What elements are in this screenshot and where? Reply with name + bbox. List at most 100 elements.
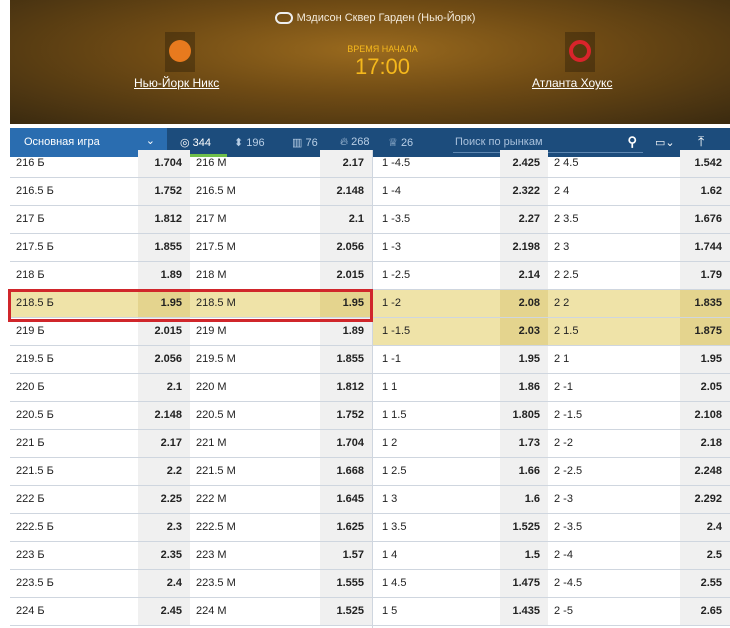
total-over-label: 222 Б <box>16 493 45 505</box>
table-row: 217 Б 1.812 217 М 2.1 1 -3.5 2.27 2 3.5 1.676 <box>10 206 730 234</box>
total-over-odds[interactable]: 1.704 <box>138 150 190 177</box>
total-over-odds[interactable]: 1.812 <box>138 206 190 233</box>
total-under-odds[interactable]: 1.525 <box>320 598 372 625</box>
total-under-odds[interactable]: 2.056 <box>320 234 372 261</box>
filter-stats[interactable]: ▥ 76 <box>292 136 318 149</box>
total-under-odds[interactable]: 1.555 <box>320 570 372 597</box>
handicap1-odds[interactable]: 1.525 <box>500 514 548 541</box>
handicap1-label: 1 -1 <box>382 353 401 365</box>
handicap1-odds[interactable]: 1.5 <box>500 542 548 569</box>
handicap2-odds[interactable]: 2.55 <box>680 570 730 597</box>
total-under-odds[interactable]: 1.812 <box>320 374 372 401</box>
handicap2-odds[interactable]: 1.875 <box>680 318 730 345</box>
venue-name: Мэдисон Сквер Гарден (Нью-Йорк) <box>296 12 476 24</box>
total-over-odds[interactable]: 2.35 <box>138 542 190 569</box>
total-under-odds[interactable]: 1.645 <box>320 486 372 513</box>
handicap2-odds[interactable]: 1.95 <box>680 346 730 373</box>
handicap1-label: 1 -2 <box>372 290 500 317</box>
handicap2-odds[interactable]: 1.62 <box>680 178 730 205</box>
handicap2-odds[interactable]: 1.676 <box>680 206 730 233</box>
total-under-odds[interactable]: 1.855 <box>320 346 372 373</box>
handicap2-odds[interactable]: 1.542 <box>680 150 730 177</box>
table-row: 221 Б 2.17 221 М 1.704 1 2 1.73 2 -2 2.18 <box>10 430 730 458</box>
handicap1-odds[interactable]: 2.425 <box>500 150 548 177</box>
total-over-odds[interactable]: 2.25 <box>138 486 190 513</box>
filter-trophy[interactable]: ♕ 26 <box>388 136 413 149</box>
total-under-label: 223 М <box>196 549 227 561</box>
handicap1-odds[interactable]: 1.66 <box>500 458 548 485</box>
total-under-odds[interactable]: 2.1 <box>320 206 372 233</box>
total-over-odds[interactable]: 2.1 <box>138 374 190 401</box>
total-under-odds[interactable]: 1.625 <box>320 514 372 541</box>
handicap1-odds[interactable]: 1.6 <box>500 486 548 513</box>
handicap1-label: 1 5 <box>382 605 398 617</box>
handicap1-odds[interactable]: 1.86 <box>500 374 548 401</box>
total-over-odds[interactable]: 1.752 <box>138 178 190 205</box>
total-under-label: 217.5 М <box>196 241 236 253</box>
total-over-odds[interactable]: 1.855 <box>138 234 190 261</box>
table-row: 220 Б 2.1 220 М 1.812 1 1 1.86 2 -1 2.05 <box>10 374 730 402</box>
handicap2-odds[interactable]: 2.18 <box>680 430 730 457</box>
handicap1-label: 1 1 <box>382 381 398 393</box>
handicap2-odds[interactable]: 2.292 <box>680 486 730 513</box>
total-over-odds[interactable]: 2.3 <box>138 514 190 541</box>
total-under-label: 216.5 М <box>196 185 236 197</box>
total-over-odds[interactable]: 1.89 <box>138 262 190 289</box>
handicap1-odds[interactable]: 2.14 <box>500 262 548 289</box>
total-over-odds[interactable]: 2.056 <box>138 346 190 373</box>
handicap1-label: 1 -4 <box>382 185 401 197</box>
handicap2-odds[interactable]: 2.108 <box>680 402 730 429</box>
handicap2-odds[interactable]: 2.65 <box>680 598 730 625</box>
total-under-odds[interactable]: 2.17 <box>320 150 372 177</box>
total-under-odds[interactable]: 1.752 <box>320 402 372 429</box>
handicap2-label: 2 4 <box>554 185 570 197</box>
total-under-odds[interactable]: 2.015 <box>320 262 372 289</box>
total-over-odds[interactable]: 2.2 <box>138 458 190 485</box>
handicap2-odds[interactable]: 1.79 <box>680 262 730 289</box>
handicap1-label: 1 2.5 <box>382 465 407 477</box>
filter-all[interactable]: ◎ 344 <box>180 136 211 149</box>
handicap1-label: 1 3.5 <box>382 521 407 533</box>
total-under-odds[interactable]: 1.668 <box>320 458 372 485</box>
total-under-odds[interactable]: 2.148 <box>320 178 372 205</box>
handicap2-odds[interactable]: 2.05 <box>680 374 730 401</box>
total-over-odds[interactable]: 2.148 <box>138 402 190 429</box>
filter-totals[interactable]: ⬍ 196 <box>234 136 265 149</box>
handicap2-odds[interactable]: 1.835 <box>680 290 730 317</box>
handicap1-odds[interactable]: 2.198 <box>500 234 548 261</box>
total-over-odds[interactable]: 2.4 <box>138 570 190 597</box>
handicap1-odds[interactable]: 1.805 <box>500 402 548 429</box>
handicap1-label: 1 -1.5 <box>372 318 500 345</box>
handicap1-odds[interactable]: 2.03 <box>500 318 548 345</box>
total-over-odds[interactable]: 2.015 <box>138 318 190 345</box>
handicap1-odds[interactable]: 2.322 <box>500 178 548 205</box>
total-over-label: 223.5 Б <box>16 577 54 589</box>
handicap1-odds[interactable]: 1.435 <box>500 598 548 625</box>
layout-toggle[interactable]: ▭⌄ <box>655 136 675 149</box>
filter-hot[interactable]: 🔥︎ 268 <box>340 136 370 149</box>
search-placeholder: Поиск по рынкам <box>455 136 543 148</box>
handicap2-odds[interactable]: 2.5 <box>680 542 730 569</box>
handicap2-odds[interactable]: 2.248 <box>680 458 730 485</box>
handicap1-odds[interactable]: 1.475 <box>500 570 548 597</box>
collapse-button[interactable]: ⤒ <box>698 133 704 150</box>
handicap1-label: 1 2 <box>382 437 398 449</box>
handicap2-label: 2 3.5 <box>554 213 579 225</box>
table-row: 223.5 Б 2.4 223.5 М 1.555 1 4.5 1.475 2 -4.5 2.… <box>10 570 730 598</box>
handicap1-odds[interactable]: 1.73 <box>500 430 548 457</box>
total-under-label: 223.5 М <box>196 577 236 589</box>
total-under-odds[interactable]: 1.57 <box>320 542 372 569</box>
total-under-odds[interactable]: 1.89 <box>320 318 372 345</box>
fire-icon: 🔥︎ <box>340 136 349 148</box>
search-icon[interactable]: ⚲ <box>627 134 637 150</box>
handicap2-label: 2 -4.5 <box>554 577 583 589</box>
handicap2-odds[interactable]: 2.4 <box>680 514 730 541</box>
handicap1-odds[interactable]: 2.08 <box>500 290 548 317</box>
total-over-odds[interactable]: 2.17 <box>138 430 190 457</box>
total-under-odds[interactable]: 1.704 <box>320 430 372 457</box>
handicap1-odds[interactable]: 2.27 <box>500 206 548 233</box>
target-icon: ◎ <box>180 137 190 149</box>
total-over-odds[interactable]: 2.45 <box>138 598 190 625</box>
handicap1-odds[interactable]: 1.95 <box>500 346 548 373</box>
handicap2-odds[interactable]: 1.744 <box>680 234 730 261</box>
